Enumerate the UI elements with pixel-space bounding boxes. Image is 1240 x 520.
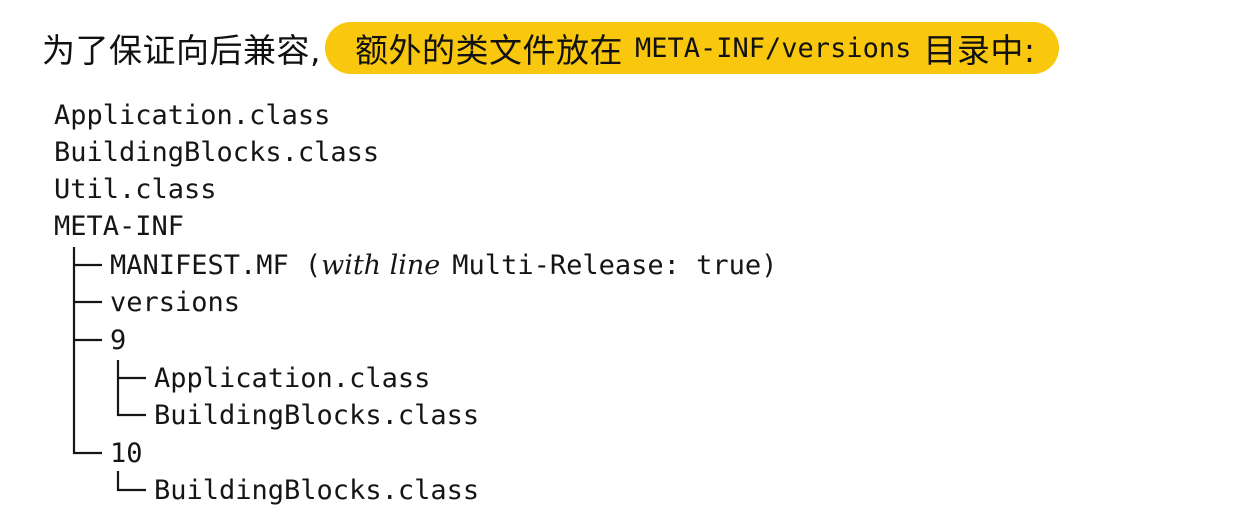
tree-item-versions: versions — [110, 286, 241, 318]
manifest-name: MANIFEST.MF — [110, 249, 289, 281]
tree-connector-meta-inf — [72, 247, 102, 455]
tree-item-meta-inf: META-INF — [54, 210, 185, 242]
tree-item-v9: 9 — [110, 324, 127, 356]
manifest-note-italic: with line — [321, 249, 441, 281]
tree-item-root-util: Util.class — [54, 173, 217, 205]
tree-item-v10: 10 — [110, 437, 143, 469]
tree-connector-v10-children — [116, 471, 146, 492]
directory-tree: Application.class BuildingBlocks.class U… — [0, 0, 1240, 520]
tree-item-root-application: Application.class — [54, 99, 331, 131]
tree-connector-v9-children — [116, 360, 146, 417]
manifest-close-paren: ) — [761, 249, 778, 281]
tree-item-root-buildingblocks: BuildingBlocks.class — [54, 136, 380, 168]
manifest-open-paren: ( — [304, 249, 322, 281]
tree-item-manifest: MANIFEST.MF ( with line Multi-Release: t… — [110, 249, 777, 281]
tree-item-v9-application: Application.class — [154, 362, 431, 394]
manifest-note-value: Multi-Release: true — [452, 249, 762, 281]
tree-item-v9-buildingblocks: BuildingBlocks.class — [154, 399, 480, 431]
tree-item-v10-buildingblocks: BuildingBlocks.class — [154, 474, 480, 506]
